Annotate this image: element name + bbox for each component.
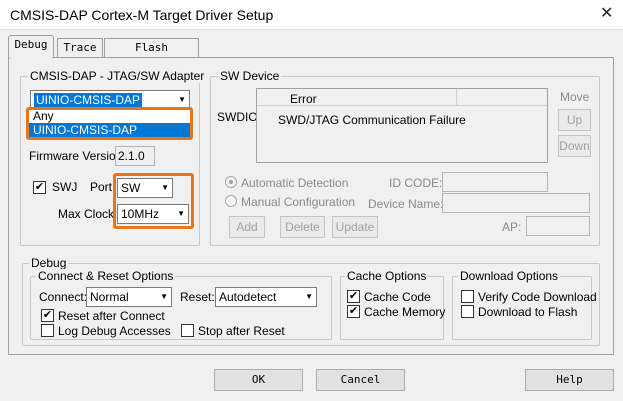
adapter-select-value: UINIO-CMSIS-DAP — [34, 93, 143, 107]
adapter-option-uinio[interactable]: UINIO-CMSIS-DAP — [29, 123, 190, 137]
cache-code-checkbox[interactable]: ✔ — [347, 290, 360, 303]
devname-label: Device Name: — [368, 197, 444, 211]
manual-config-radio[interactable] — [225, 195, 237, 207]
help-button[interactable]: Help — [525, 369, 614, 391]
log-debug-label: Log Debug Accesses — [58, 324, 171, 338]
maxclock-select[interactable]: 10MHz ▼ — [117, 204, 189, 224]
cache-memory-checkbox[interactable]: ✔ — [347, 305, 360, 318]
maxclock-label: Max Clock: — [58, 207, 118, 221]
table-header-extra — [457, 89, 547, 106]
devname-field[interactable] — [442, 193, 590, 213]
cache-code-label: Cache Code — [364, 290, 431, 304]
tab-debug[interactable]: Debug — [8, 35, 54, 59]
verify-code-checkbox[interactable] — [461, 290, 474, 303]
manual-config-label: Manual Configuration — [241, 195, 356, 209]
reset-label: Reset: — [180, 290, 215, 304]
stop-after-reset-checkbox[interactable] — [181, 324, 194, 337]
chevron-down-icon: ▼ — [161, 183, 169, 192]
auto-detection-label: Automatic Detection — [241, 176, 349, 190]
sw-device-group-label: SW Device — [218, 69, 282, 83]
connect-select-value: Normal — [90, 290, 129, 304]
adapter-dropdown-list: Any UINIO-CMSIS-DAP — [26, 107, 193, 140]
idcode-field[interactable] — [442, 172, 548, 192]
tab-trace-label: Trace — [63, 41, 97, 54]
move-down-button[interactable]: Down — [558, 135, 591, 157]
reset-after-connect-checkbox[interactable]: ✔ — [41, 309, 54, 322]
connect-select[interactable]: Normal ▼ — [86, 287, 172, 307]
ok-button[interactable]: OK — [214, 369, 303, 391]
firmware-label: Firmware Version: — [29, 149, 126, 163]
chevron-down-icon: ▼ — [177, 209, 185, 218]
table-row: SWD/JTAG Communication Failure — [278, 113, 466, 127]
reset-select[interactable]: Autodetect ▼ — [215, 287, 317, 307]
maxclock-select-value: 10MHz — [121, 207, 160, 221]
adapter-group-label: CMSIS-DAP - JTAG/SW Adapter — [28, 69, 207, 83]
cache-group-label: Cache Options — [345, 269, 429, 283]
reset-after-connect-label: Reset after Connect — [58, 309, 165, 323]
update-button[interactable]: Update — [332, 216, 378, 238]
close-icon[interactable]: ✕ — [600, 3, 613, 25]
port-select[interactable]: SW ▼ — [117, 178, 173, 198]
download-flash-label: Download to Flash — [478, 305, 578, 319]
idcode-label: ID CODE: — [389, 176, 443, 190]
download-group-label: Download Options — [458, 269, 561, 283]
add-button[interactable]: Add — [229, 216, 265, 238]
window-title: CMSIS-DAP Cortex-M Target Driver Setup — [10, 7, 274, 23]
tab-flash-download[interactable]: Flash Download — [104, 38, 199, 72]
port-label: Port: — [90, 180, 116, 194]
connect-reset-label: Connect & Reset Options — [36, 269, 176, 283]
debug-group-label: Debug — [29, 256, 69, 270]
log-debug-checkbox[interactable] — [41, 324, 54, 337]
swj-checkbox[interactable]: ✔ — [33, 181, 46, 194]
connect-label: Connect: — [39, 290, 88, 304]
ap-label: AP: — [502, 220, 522, 234]
ap-field[interactable] — [526, 216, 590, 236]
delete-button[interactable]: Delete — [280, 216, 325, 238]
reset-select-value: Autodetect — [219, 290, 277, 304]
tab-trace[interactable]: Trace — [57, 38, 103, 58]
download-flash-checkbox[interactable] — [461, 305, 474, 318]
firmware-value: 2.1.0 — [115, 146, 155, 166]
table-header: Error — [257, 89, 457, 106]
chevron-down-icon: ▼ — [305, 292, 313, 301]
auto-detection-radio[interactable] — [225, 176, 237, 188]
swdio-label: SWDIO — [217, 110, 258, 124]
adapter-option-any[interactable]: Any — [29, 110, 190, 123]
tab-debug-label: Debug — [14, 38, 48, 51]
move-label: Move — [560, 90, 590, 104]
cancel-button[interactable]: Cancel — [316, 369, 405, 391]
column-error: Error — [290, 92, 317, 106]
cache-memory-label: Cache Memory — [364, 305, 446, 319]
verify-code-label: Verify Code Download — [478, 290, 597, 304]
device-table[interactable]: Error SWD/JTAG Communication Failure — [256, 88, 548, 163]
move-up-button[interactable]: Up — [558, 109, 591, 131]
stop-after-reset-label: Stop after Reset — [198, 324, 285, 338]
port-select-value: SW — [121, 181, 141, 195]
swj-label: SWJ — [52, 180, 78, 194]
chevron-down-icon: ▼ — [160, 292, 168, 301]
